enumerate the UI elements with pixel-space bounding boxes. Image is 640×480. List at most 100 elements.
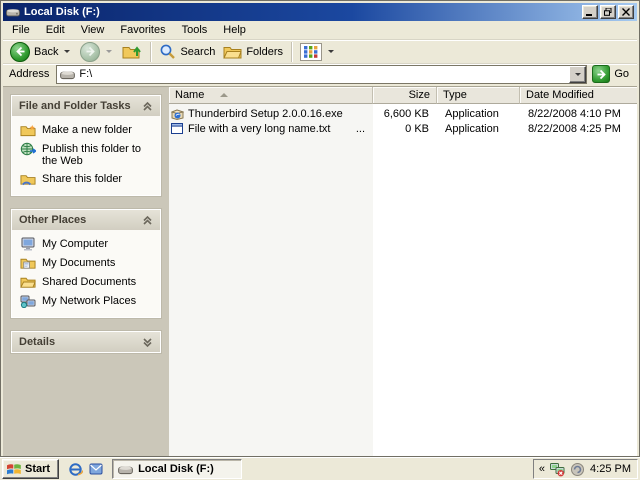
task-share-folder[interactable]: Share this folder: [20, 172, 156, 186]
task-make-new-folder[interactable]: Make a new folder: [20, 123, 156, 137]
up-button[interactable]: [118, 41, 146, 63]
disk-icon: [60, 71, 76, 79]
folders-icon: [223, 47, 243, 59]
file-name-cell: File with a very long name.txt ...: [169, 122, 373, 135]
menu-tools[interactable]: Tools: [174, 21, 216, 39]
close-icon: [622, 8, 630, 16]
chevron-down-icon: [143, 337, 152, 347]
toolbar-separator: [291, 41, 293, 62]
start-label: Start: [25, 463, 51, 475]
column-label: Type: [443, 89, 467, 101]
folders-label: Folders: [246, 45, 284, 58]
back-button[interactable]: Back: [6, 41, 76, 63]
go-button[interactable]: Go: [587, 65, 634, 83]
file-size-cell: 6,600 KB: [383, 107, 429, 120]
file-type-cell: Application: [445, 107, 499, 120]
my-computer-icon: [21, 237, 35, 251]
panel-header-file-folder-tasks[interactable]: File and Folder Tasks: [12, 96, 160, 116]
file-rows: Thunderbird Setup 2.0.0.16.exe 6,600 KB …: [169, 104, 637, 136]
link-my-computer[interactable]: My Computer: [20, 237, 156, 251]
outlook-express-icon[interactable]: [88, 461, 104, 477]
restore-button[interactable]: [600, 5, 616, 19]
go-label: Go: [614, 68, 629, 80]
minimize-icon: [586, 14, 592, 16]
chevron-up-icon: [143, 215, 152, 225]
menu-view[interactable]: View: [73, 21, 113, 39]
shared-documents-icon: [20, 277, 36, 288]
task-publish-folder[interactable]: Publish this folder to the Web: [20, 142, 156, 167]
file-name-cell: Thunderbird Setup 2.0.0.16.exe: [169, 107, 373, 120]
windows-logo-icon: [7, 464, 21, 475]
system-tray: « 4:25 PM: [532, 459, 638, 479]
address-input[interactable]: F:\: [56, 64, 588, 84]
generic-file-icon: [171, 123, 183, 134]
address-dropdown-button[interactable]: [569, 65, 587, 83]
tray-device-icon[interactable]: [570, 462, 585, 477]
internet-explorer-icon[interactable]: [67, 461, 83, 477]
tray-clock[interactable]: 4:25 PM: [590, 463, 631, 475]
panel-title: File and Folder Tasks: [19, 100, 131, 112]
column-label: Name: [175, 89, 205, 101]
chevron-down-icon: [574, 72, 581, 76]
menu-edit[interactable]: Edit: [38, 21, 73, 39]
window-controls: [582, 5, 634, 19]
tray-expand-chevron[interactable]: «: [539, 463, 545, 475]
panel-body: My Computer My Documents Shared Document…: [12, 230, 160, 317]
explorer-window: Local Disk (F:) File Edit View Favorites…: [0, 0, 640, 457]
column-header-date-modified[interactable]: Date Modified: [520, 87, 637, 104]
panel-other-places: Other Places My Computer My Documents Sh…: [11, 209, 161, 318]
go-arrow-icon: [592, 65, 611, 83]
column-header-size[interactable]: Size: [373, 87, 437, 104]
panel-file-folder-tasks: File and Folder Tasks Make a new folder: [11, 95, 161, 196]
views-icon: [300, 42, 323, 61]
task-label: My Computer: [42, 238, 109, 250]
toolbar-separator: [150, 41, 152, 62]
column-header-type[interactable]: Type: [437, 87, 520, 104]
menu-bar: File Edit View Favorites Tools Help: [3, 21, 637, 40]
back-dropdown-icon: [64, 50, 71, 53]
panel-title: Details: [19, 336, 56, 348]
link-my-network-places[interactable]: My Network Places: [20, 294, 156, 308]
disk-icon: [6, 9, 20, 17]
table-row[interactable]: Thunderbird Setup 2.0.0.16.exe 6,600 KB …: [169, 106, 637, 121]
address-bar: Address F:\ Go: [3, 64, 637, 87]
search-icon: [161, 44, 176, 59]
panel-header-details[interactable]: Details: [12, 332, 160, 352]
task-label: My Network Places: [42, 295, 137, 307]
web-publish-icon: [20, 142, 36, 156]
task-label: Shared Documents: [42, 276, 137, 288]
forward-button[interactable]: [76, 41, 118, 63]
menu-help[interactable]: Help: [215, 21, 254, 39]
column-label: Size: [408, 89, 430, 101]
views-button[interactable]: [296, 41, 340, 63]
views-dropdown-icon: [328, 50, 335, 53]
title-bar[interactable]: Local Disk (F:): [3, 3, 637, 21]
close-button[interactable]: [618, 5, 634, 19]
table-row[interactable]: File with a very long name.txt ... 0 KB …: [169, 121, 637, 136]
standard-buttons-toolbar: Back Search Folders: [3, 40, 637, 64]
search-button[interactable]: Search: [155, 41, 219, 63]
share-folder-icon: [20, 175, 36, 186]
minimize-button[interactable]: [582, 5, 598, 19]
menu-file[interactable]: File: [4, 21, 38, 39]
file-type-cell: Application: [445, 122, 499, 135]
task-label: Share this folder: [42, 173, 123, 185]
my-documents-icon: [20, 258, 36, 269]
column-header-name[interactable]: Name: [169, 87, 373, 104]
quick-launch: [63, 461, 108, 477]
explorer-content: File and Folder Tasks Make a new folder: [3, 87, 637, 456]
address-value: F:\: [79, 68, 93, 80]
link-my-documents[interactable]: My Documents: [20, 256, 156, 270]
start-button[interactable]: Start: [2, 459, 60, 479]
taskbar: Start Local Disk (F:) « 4:25 PM: [0, 457, 640, 480]
taskbar-task-local-disk[interactable]: Local Disk (F:): [112, 459, 243, 479]
folders-button[interactable]: Folders: [219, 41, 287, 63]
task-pane-sidebar: File and Folder Tasks Make a new folder: [3, 87, 169, 456]
link-shared-documents[interactable]: Shared Documents: [20, 275, 156, 289]
sort-ascending-icon: [220, 93, 229, 97]
menu-favorites[interactable]: Favorites: [112, 21, 173, 39]
network-offline-icon[interactable]: [550, 462, 565, 477]
forward-dropdown-icon: [106, 50, 113, 53]
panel-header-other-places[interactable]: Other Places: [12, 210, 160, 230]
forward-icon: [80, 41, 101, 62]
